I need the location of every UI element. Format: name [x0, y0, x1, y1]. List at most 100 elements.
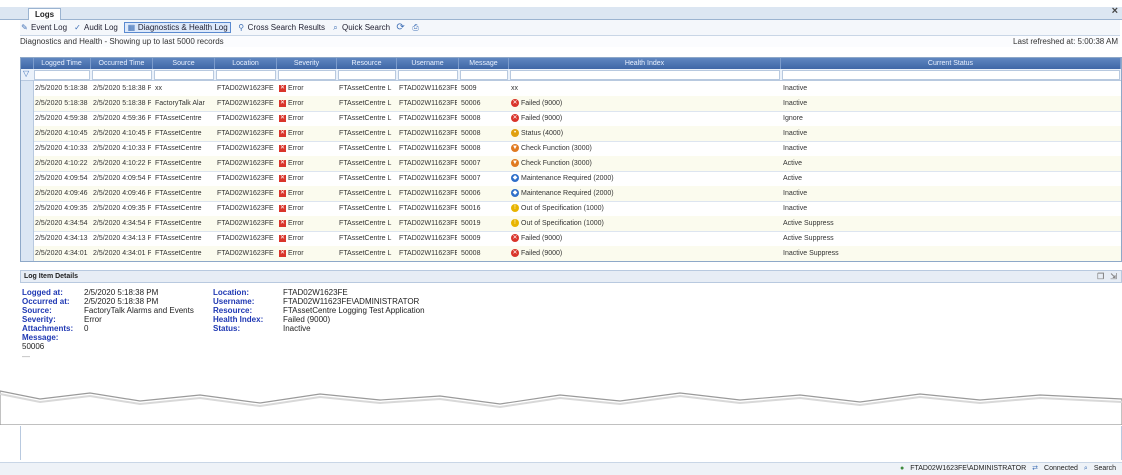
toolbar-button-2[interactable]: ▦ Diagnostics & Health Log	[123, 22, 231, 33]
cell-text: FactoryTalk Alar	[155, 100, 205, 107]
cell-username: FTAD02W11623FE	[399, 81, 457, 96]
toolbar-button-3[interactable]: ⚲ Cross Search Results	[237, 23, 325, 32]
toolbar-button-4[interactable]: ⌕ Quick Search	[331, 23, 390, 32]
row-selector[interactable]	[21, 216, 34, 231]
refresh-icon[interactable]: ⟳	[396, 23, 405, 33]
cell-message: 50009	[461, 231, 507, 246]
error-icon: ✕	[279, 99, 286, 107]
column-header-occurred[interactable]: Occurred Time	[91, 58, 153, 69]
column-header-message[interactable]: Message	[459, 58, 509, 69]
cell-status: Ignore	[783, 111, 1119, 126]
row-selector[interactable]	[21, 246, 34, 261]
copy-icon[interactable]: ❐	[1097, 271, 1104, 282]
username-label: Username:	[213, 297, 255, 306]
health-oos-icon: !	[511, 204, 519, 213]
column-header-health[interactable]: Health Index	[509, 58, 781, 69]
filter-input-username[interactable]	[398, 70, 458, 80]
cell-resource: FTAssetCentre L	[339, 201, 395, 216]
status-search[interactable]: Search	[1094, 463, 1116, 475]
cell-occurred: 2/5/2020 4:10:22 PM	[93, 156, 151, 171]
filter-input-source[interactable]	[154, 70, 214, 80]
logged-at-label: Logged at:	[22, 288, 63, 297]
table-row[interactable]: 2/5/2020 4:10:45 PM 2/5/2020 4:10:45 PM FT…	[21, 126, 1121, 142]
table-row[interactable]: 2/5/2020 4:10:33 PM 2/5/2020 4:10:33 PM FT…	[21, 141, 1121, 157]
cell-text: Maintenance Required (2000)	[521, 175, 614, 182]
filter-input-location[interactable]	[216, 70, 276, 80]
cell-resource: FTAssetCentre L	[339, 156, 395, 171]
column-header-username[interactable]: Username	[397, 58, 459, 69]
print-icon[interactable]: ⎙	[411, 23, 420, 32]
tab-logs[interactable]: Logs	[28, 8, 62, 20]
status-label: Status:	[213, 324, 241, 333]
table-row[interactable]: 2/5/2020 4:34:01 PM 2/5/2020 4:34:01 PM FT…	[21, 246, 1121, 261]
row-selector[interactable]	[21, 171, 34, 186]
filter-input-message[interactable]	[460, 70, 508, 80]
table-row[interactable]: 2/5/2020 4:09:35 PM 2/5/2020 4:09:35 PM FT…	[21, 201, 1121, 217]
cell-text: Inactive	[783, 130, 808, 137]
row-selector[interactable]	[21, 111, 34, 126]
cell-text: 2/5/2020 4:10:33 PM	[35, 145, 89, 152]
row-selector[interactable]	[21, 201, 34, 216]
row-selector[interactable]	[21, 186, 34, 201]
filter-input-status[interactable]	[782, 70, 1120, 80]
cell-text: FTAD02W1623FE	[217, 250, 274, 257]
row-selector[interactable]	[21, 96, 34, 111]
error-icon: ✕	[279, 189, 286, 197]
row-selector[interactable]	[21, 81, 34, 96]
cell-resource: FTAssetCentre L	[339, 126, 395, 141]
toolbar-button-0[interactable]: ✎ Event Log	[20, 23, 67, 32]
cell-occurred: 2/5/2020 4:34:54 PM	[93, 216, 151, 231]
health-check-icon: ▼	[511, 144, 519, 153]
cell-status: Active	[783, 156, 1119, 171]
cell-location: FTAD02W1623FE	[217, 216, 275, 231]
table-row[interactable]: 2/5/2020 4:34:13 PM 2/5/2020 4:34:13 PM FT…	[21, 231, 1121, 247]
table-row[interactable]: 2/5/2020 4:34:54 PM 2/5/2020 4:34:54 PM FT…	[21, 216, 1121, 232]
cell-location: FTAD02W1623FE	[217, 156, 275, 171]
cell-logged: 2/5/2020 4:10:45 PM	[35, 126, 89, 141]
table-row[interactable]: 2/5/2020 4:10:22 PM 2/5/2020 4:10:22 PM FT…	[21, 156, 1121, 172]
cell-text: Failed (9000)	[521, 100, 563, 107]
table-row[interactable]: 2/5/2020 5:18:38 PM 2/5/2020 5:18:38 PM xx…	[21, 81, 1121, 97]
toolbar-button-1[interactable]: ✓ Audit Log	[73, 23, 118, 32]
cell-text: FTAD02W1623FE	[217, 100, 274, 107]
log-grid[interactable]: Logged Time Occurred Time Source Location Se…	[20, 57, 1122, 262]
table-row[interactable]: 2/5/2020 4:09:46 PM 2/5/2020 4:09:46 PM FT…	[21, 186, 1121, 202]
table-row[interactable]: 2/5/2020 5:18:38 PM 2/5/2020 5:18:38 PM Fa…	[21, 96, 1121, 112]
details-panel: Logged at: 2/5/2020 5:18:38 PM Occurred …	[20, 288, 1120, 388]
filter-input-resource[interactable]	[338, 70, 396, 80]
cell-text: FTAD02W11623FE	[399, 100, 457, 107]
column-header-resource[interactable]: Resource	[337, 58, 397, 69]
cell-status: Active Suppress	[783, 231, 1119, 246]
cell-username: FTAD02W11623FE	[399, 111, 457, 126]
column-header-severity[interactable]: Severity	[277, 58, 337, 69]
cell-logged: 2/5/2020 4:09:46 PM	[35, 186, 89, 201]
row-selector[interactable]	[21, 231, 34, 246]
column-header-logged[interactable]: Logged Time	[33, 58, 91, 69]
attachments-value: 0	[84, 324, 89, 333]
cell-health: ✕ Failed (9000)	[511, 111, 779, 126]
table-row[interactable]: 2/5/2020 4:59:38 PM 2/5/2020 4:59:36 PM FT…	[21, 111, 1121, 127]
row-selector[interactable]	[21, 156, 34, 171]
column-header-status[interactable]: Current Status	[781, 58, 1121, 69]
column-header-location[interactable]: Location	[215, 58, 277, 69]
export-icon[interactable]: ⇲	[1110, 271, 1117, 282]
filter-input-health[interactable]	[510, 70, 780, 80]
row-selector[interactable]	[21, 126, 34, 141]
cell-text: Failed (9000)	[521, 115, 563, 122]
table-row[interactable]: 2/5/2020 4:09:54 PM 2/5/2020 4:09:54 PM FT…	[21, 171, 1121, 187]
filter-icon[interactable]: ▽	[23, 69, 29, 78]
close-icon[interactable]: ×	[1112, 5, 1118, 17]
error-icon: ✕	[279, 129, 286, 137]
attachments-label: Attachments:	[22, 324, 74, 333]
cell-text: Error	[288, 130, 304, 137]
filter-input-severity[interactable]	[278, 70, 336, 80]
cell-message: 50019	[461, 216, 507, 231]
row-selector[interactable]	[21, 141, 34, 156]
column-header-source[interactable]: Source	[153, 58, 215, 69]
cell-source: FactoryTalk Alar	[155, 96, 213, 111]
toolbar-button-label: Audit Log	[84, 23, 118, 32]
filter-input-occurred[interactable]	[92, 70, 152, 80]
cell-logged: 2/5/2020 4:09:54 PM	[35, 171, 89, 186]
filter-input-logged[interactable]	[34, 70, 90, 80]
cell-username: FTAD02W11623FE	[399, 171, 457, 186]
